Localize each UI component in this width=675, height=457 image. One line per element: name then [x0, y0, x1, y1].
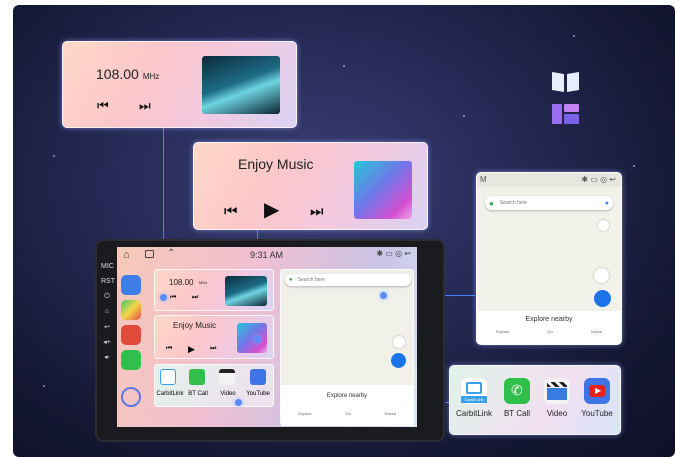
- volume-up-key[interactable]: ◂+: [101, 338, 113, 353]
- status-icons: ✱ ▭ ◎ ↩: [376, 249, 411, 258]
- mini-carbitlink-label: CarbitLink: [156, 391, 184, 397]
- youtube-label: YouTube: [581, 409, 613, 418]
- mic-icon[interactable]: ●: [605, 200, 609, 207]
- radio-widget-card[interactable]: 108.00 MHz ⏮ ⏭: [62, 41, 297, 128]
- next-track-icon[interactable]: ⏭: [310, 204, 324, 219]
- loading-icon: [121, 387, 141, 407]
- studio-thumbnail: [202, 56, 280, 114]
- mini-radio-widget[interactable]: 108.00 MHz ⏮ ⏭: [154, 269, 274, 311]
- apps-widget-card[interactable]: Carbit Link CarbitLink ✆ BT Call Video ▶…: [449, 365, 621, 435]
- location-icon: [393, 336, 405, 348]
- phone-icon: [189, 369, 205, 385]
- next-track-icon: ⏭: [210, 345, 217, 352]
- bt-call-label: BT Call: [503, 409, 531, 418]
- home-icon[interactable]: ⌂: [123, 249, 130, 261]
- mini-nav-saved: Saved: [384, 411, 397, 416]
- home-key[interactable]: ⌂: [101, 308, 113, 323]
- promo-stage: 108.00 MHz ⏮ ⏭ Enjoy Music ⏮ ▶ ⏭ M ✱ ▭ ◎ …: [13, 5, 675, 457]
- navigate-button: [391, 353, 406, 368]
- connector-dot: [254, 336, 261, 343]
- map-status-bar: M ✱ ▭ ◎ ↩: [477, 173, 621, 187]
- mini-explore-label: Explore nearby: [326, 393, 368, 399]
- video-clapper-icon: [219, 369, 235, 385]
- album-art-thumbnail: [354, 161, 412, 219]
- connector-dot: [160, 294, 167, 301]
- video-clapper-icon[interactable]: [544, 378, 570, 404]
- device-clock: 9:31 AM: [250, 250, 284, 260]
- power-key[interactable]: ⏻: [101, 293, 113, 308]
- volume-down-key[interactable]: ◂-: [101, 353, 113, 368]
- map-screen-card[interactable]: M ✱ ▭ ◎ ↩ ● Search here ● Explore nearby…: [476, 172, 622, 345]
- carbitlink-badge: Carbit Link: [461, 396, 487, 403]
- music-title: Enjoy Music: [238, 156, 314, 172]
- split-screen-icon: [552, 72, 579, 124]
- device-screen: ⌂ ⌃ 9:31 AM ✱ ▭ ◎ ↩ 108.00 MHz ⏮ ⏭ Enjoy…: [117, 247, 417, 427]
- connector-dot: [380, 292, 387, 299]
- phone-icon[interactable]: ✆: [504, 378, 530, 404]
- phone-app-icon[interactable]: [121, 350, 141, 370]
- mini-bt-call-label: BT Call: [188, 391, 208, 397]
- mini-nav-explore: Explore: [297, 411, 312, 416]
- map-pin-icon: ●: [489, 198, 494, 208]
- mini-studio-thumbnail: [225, 276, 267, 306]
- mini-music-title: Enjoy Music: [173, 321, 217, 330]
- music-widget-card[interactable]: Enjoy Music ⏮ ▶ ⏭: [193, 142, 428, 230]
- youtube-icon[interactable]: ▶: [584, 378, 610, 404]
- navigate-button[interactable]: [594, 290, 611, 307]
- mini-search-placeholder: Search here: [297, 277, 325, 283]
- mini-explore-panel: Explore nearby Explore Go Saved: [281, 385, 413, 426]
- layers-icon[interactable]: [598, 220, 609, 231]
- music-app-icon[interactable]: [121, 325, 141, 345]
- mini-map-search[interactable]: ● Search here: [285, 274, 411, 286]
- frequency-unit: MHz: [142, 72, 160, 81]
- mini-frequency-unit: MHz: [199, 280, 208, 285]
- layout-icons: [548, 68, 584, 135]
- device-status-bar: ⌂ ⌃ 9:31 AM ✱ ▭ ◎ ↩: [117, 247, 417, 265]
- mini-frequency: 108.00: [169, 278, 194, 287]
- recents-icon[interactable]: [145, 250, 154, 258]
- play-icon[interactable]: ▶: [264, 200, 279, 220]
- nav-go[interactable]: Go: [547, 329, 552, 334]
- side-keys: MIC RST ⏻ ⌂ ↩ ◂+ ◂-: [101, 263, 115, 368]
- chevron-up-icon[interactable]: ⌃: [167, 248, 175, 259]
- previous-track-icon[interactable]: ⏮: [97, 99, 109, 112]
- carbitlink-icon[interactable]: Carbit Link: [461, 378, 487, 404]
- mic-key: MIC: [101, 263, 114, 270]
- mini-album-art: [237, 323, 267, 353]
- explore-panel[interactable]: Explore nearby Explore Go Saved: [477, 311, 621, 344]
- next-track-icon: ⏭: [192, 294, 199, 301]
- car-head-unit: MIC RST ⏻ ⌂ ↩ ◂+ ◂- ⌂ ⌃ 9:31 AM ✱ ▭ ◎ ↩ …: [95, 239, 445, 442]
- back-key[interactable]: ↩: [101, 323, 113, 338]
- map-search-bar[interactable]: ● Search here ●: [485, 196, 613, 210]
- play-icon: ▶: [188, 344, 195, 354]
- mini-map-widget[interactable]: ● Search here Explore nearby Explore Go …: [280, 269, 414, 426]
- youtube-icon: [250, 369, 266, 385]
- maps-app-icon[interactable]: [121, 300, 141, 320]
- mini-apps-widget[interactable]: CarbitLink BT Call Video YouTube: [154, 364, 274, 407]
- explore-label: Explore nearby: [525, 316, 573, 323]
- nav-explore[interactable]: Explore: [496, 329, 510, 334]
- next-track-icon[interactable]: ⏭: [139, 99, 151, 112]
- previous-track-icon[interactable]: ⏮: [224, 204, 238, 219]
- map-search-placeholder: Search here: [499, 200, 528, 206]
- mini-video-label: Video: [220, 391, 236, 397]
- connector-dot: [235, 399, 242, 406]
- radio-frequency: 108.00 MHz: [96, 66, 160, 82]
- video-label: Video: [546, 409, 568, 418]
- mini-nav-go: Go: [345, 411, 351, 416]
- carbitlink-label: CarbitLink: [455, 409, 492, 418]
- previous-track-icon: ⏮: [170, 294, 177, 301]
- apps-grid-icon[interactable]: [121, 275, 141, 295]
- mini-youtube-label: YouTube: [246, 391, 270, 397]
- carbitlink-icon: [160, 369, 176, 385]
- previous-track-icon: ⏮: [166, 345, 173, 352]
- nav-saved[interactable]: Saved: [591, 329, 602, 334]
- reset-key[interactable]: RST: [101, 278, 115, 293]
- status-icons: ✱ ▭ ◎ ↩: [581, 175, 616, 184]
- location-icon[interactable]: [594, 268, 609, 283]
